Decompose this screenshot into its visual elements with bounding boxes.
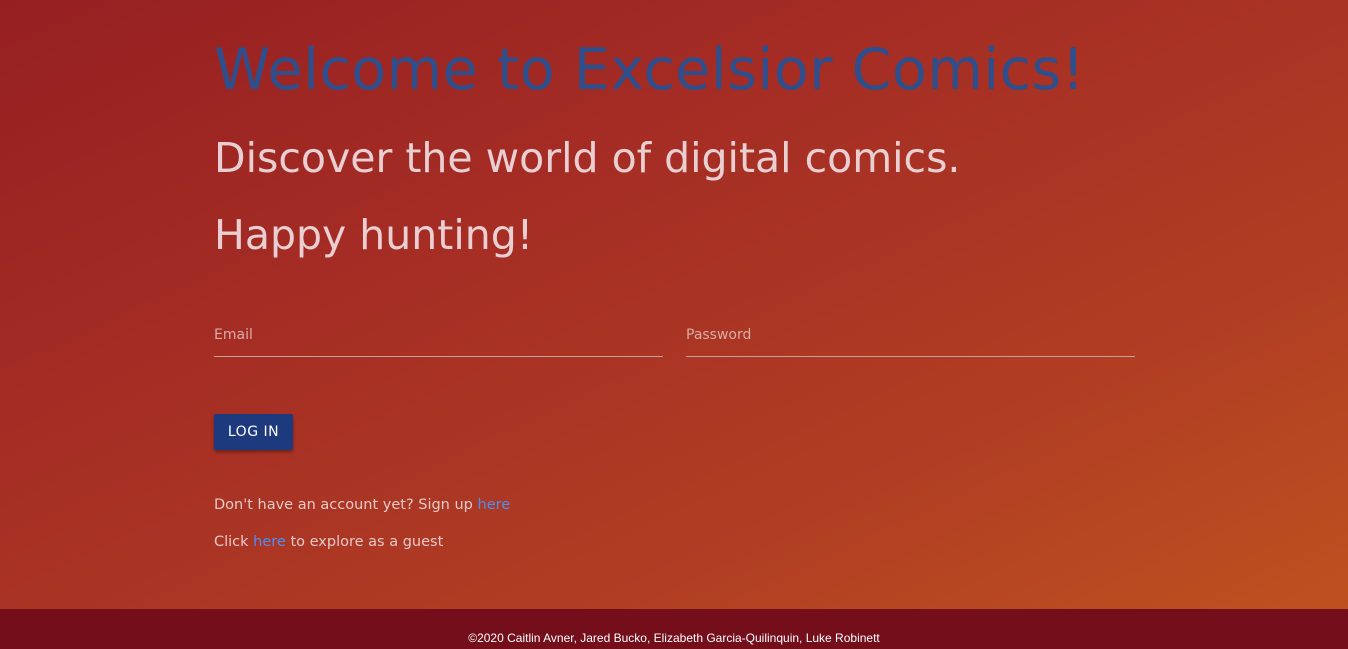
- email-field-container: [214, 318, 663, 357]
- tagline-discover: Discover the world of digital comics.: [214, 134, 961, 182]
- signup-prompt-text: Don't have an account yet? Sign up: [214, 497, 478, 513]
- password-field-container: [686, 318, 1135, 357]
- footer-copyright: ©2020 Caitlin Avner, Jared Bucko, Elizab…: [468, 631, 880, 645]
- email-input[interactable]: [214, 318, 663, 352]
- guest-prompt-prefix: Click: [214, 534, 254, 550]
- tagline-happy-hunting: Happy hunting!: [214, 211, 534, 259]
- guest-prompt-suffix: to explore as a guest: [285, 534, 444, 550]
- signup-prompt: Don't have an account yet? Sign up here: [214, 497, 510, 513]
- guest-link[interactable]: here: [253, 534, 286, 550]
- signup-link[interactable]: here: [478, 497, 511, 513]
- guest-prompt: Click here to explore as a guest: [214, 534, 443, 550]
- login-button[interactable]: LOG IN: [214, 414, 293, 450]
- footer: ©2020 Caitlin Avner, Jared Bucko, Elizab…: [0, 609, 1348, 649]
- page-title: Welcome to Excelsior Comics!: [214, 37, 1086, 103]
- password-input[interactable]: [686, 318, 1135, 352]
